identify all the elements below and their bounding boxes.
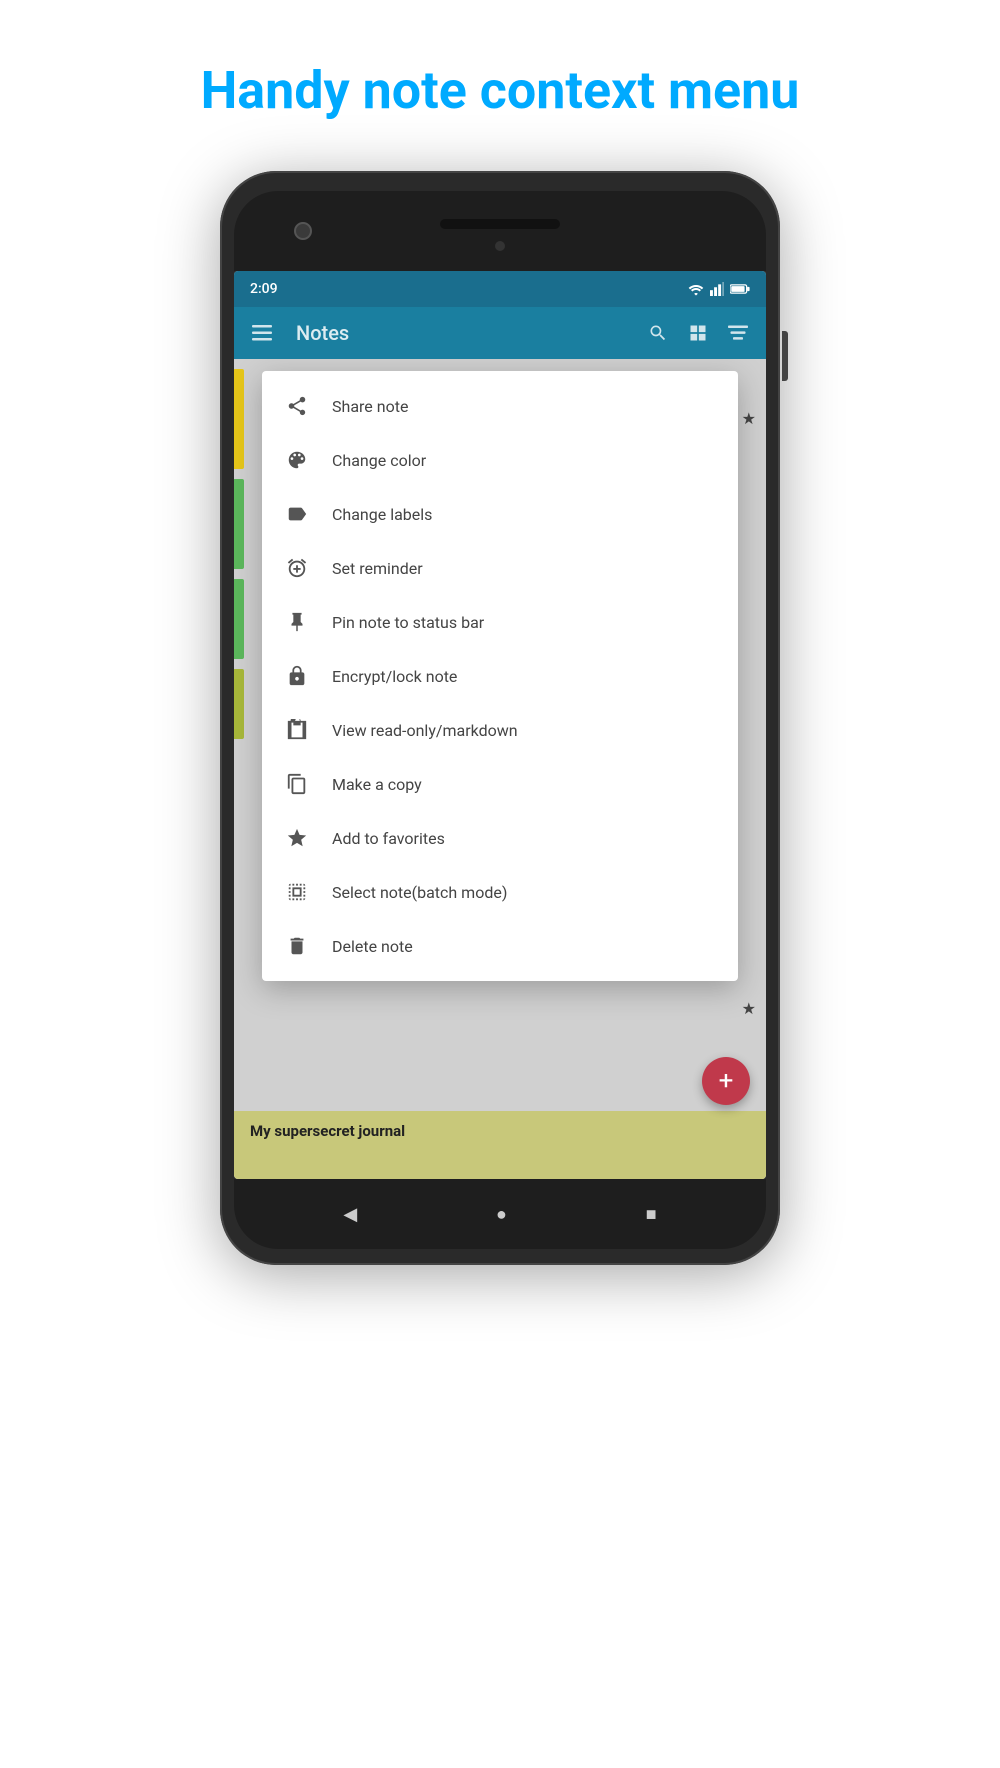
pin-status-bar-label: Pin note to status bar [332,613,484,632]
speaker [440,219,560,229]
status-icons [688,282,750,296]
view-readonly-label: View read-only/markdown [332,721,518,740]
star-indicator-2: ★ [742,999,756,1018]
phone-screen: 2:09 [234,271,766,1179]
change-labels-label: Change labels [332,505,432,524]
star-icon [284,825,310,851]
home-button[interactable]: ● [496,1204,507,1225]
recent-button[interactable]: ■ [646,1204,657,1225]
change-color-label: Change color [332,451,426,470]
menu-item-pin-status-bar[interactable]: Pin note to status bar [262,595,738,649]
menu-item-delete-note[interactable]: Delete note [262,919,738,973]
fab-add-button[interactable]: + [702,1057,750,1105]
menu-item-change-color[interactable]: Change color [262,433,738,487]
front-camera [495,241,505,251]
sort-icon[interactable] [724,319,752,347]
make-copy-label: Make a copy [332,775,422,794]
share-note-label: Share note [332,397,408,416]
camera-icon [294,222,312,240]
star-indicator: ★ [742,409,756,428]
search-icon[interactable] [644,319,672,347]
share-icon [284,393,310,419]
yellow-strip [234,369,244,469]
phone-bottom-bezel: ◀ ● ■ [234,1179,766,1249]
notes-background: ★ ★ Share note [234,359,766,1179]
app-toolbar: Notes [234,307,766,359]
menu-item-share-note[interactable]: Share note [262,379,738,433]
bottom-note: My supersecret journal [234,1111,766,1179]
green-strip-2 [234,579,244,659]
trash-icon [284,933,310,959]
color-strips [234,359,246,1179]
menu-icon[interactable] [248,319,276,347]
menu-item-view-readonly[interactable]: View read-only/markdown [262,703,738,757]
status-time: 2:09 [250,281,278,297]
grid-view-icon[interactable] [684,319,712,347]
olive-strip [234,669,244,739]
menu-item-make-copy[interactable]: Make a copy [262,757,738,811]
select-batch-icon [284,879,310,905]
menu-item-add-favorites[interactable]: Add to favorites [262,811,738,865]
volume-button [782,331,788,381]
alarm-add-icon [284,555,310,581]
phone-top-bezel [234,191,766,271]
wifi-icon [688,282,704,296]
pin-icon [284,609,310,635]
toolbar-title: Notes [296,321,632,345]
page-title: Handy note context menu [161,60,840,121]
menu-item-encrypt-lock[interactable]: Encrypt/lock note [262,649,738,703]
status-bar: 2:09 [234,271,766,307]
copy-icon [284,771,310,797]
bottom-note-title: My supersecret journal [250,1122,405,1140]
label-icon [284,501,310,527]
lock-icon [284,663,310,689]
back-button[interactable]: ◀ [343,1204,357,1225]
phone-shell: 2:09 [220,171,780,1265]
battery-icon [730,283,750,295]
green-strip [234,479,244,569]
menu-item-select-batch[interactable]: Select note(batch mode) [262,865,738,919]
signal-icon [710,282,724,296]
set-reminder-label: Set reminder [332,559,423,578]
menu-item-change-labels[interactable]: Change labels [262,487,738,541]
context-menu: Share note Change color [262,371,738,981]
menu-item-set-reminder[interactable]: Set reminder [262,541,738,595]
select-batch-label: Select note(batch mode) [332,883,507,902]
palette-icon [284,447,310,473]
book-icon [284,717,310,743]
encrypt-lock-label: Encrypt/lock note [332,667,457,686]
add-favorites-label: Add to favorites [332,829,445,848]
delete-note-label: Delete note [332,937,413,956]
